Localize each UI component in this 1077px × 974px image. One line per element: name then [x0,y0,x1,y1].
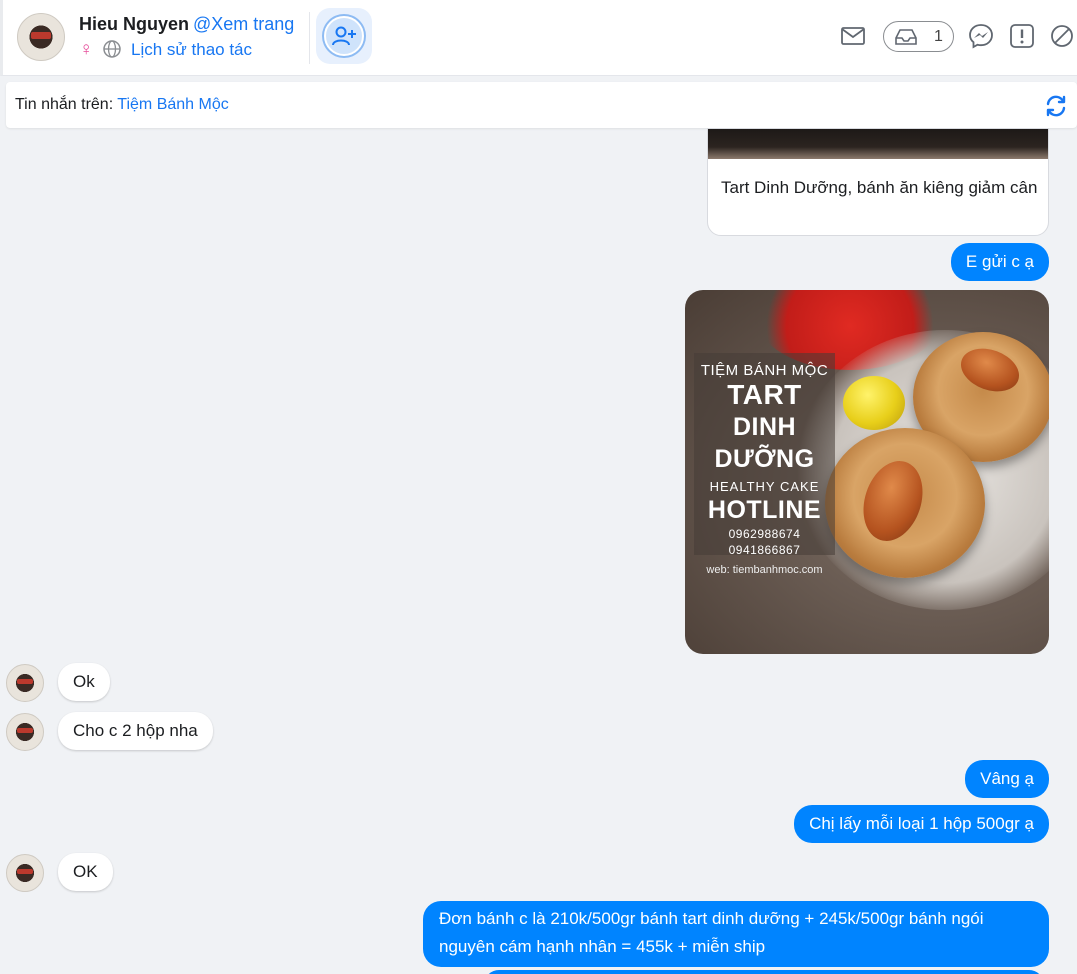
customer-name[interactable]: Hieu Nguyen [79,14,189,35]
product-card-title: Tart Dinh Dưỡng, bánh ăn kiêng giảm cân [721,178,1038,197]
message-line: nguyên cám hạnh nhân = 455k + miễn ship [439,937,766,956]
conversation-header: Hieu Nguyen @Xem trang ♀ Lịch sử thao tá… [0,0,1077,76]
block-icon [1051,25,1073,47]
refresh-icon[interactable] [1044,94,1068,118]
photo-phone-2: 0941866867 [728,543,801,557]
action-history-link[interactable]: Lịch sử thao tác [131,40,252,60]
incoming-message[interactable]: Ok [58,663,110,701]
sender-avatar[interactable] [6,854,44,892]
add-contact-button[interactable] [316,8,372,64]
photo-hotline-label: HOTLINE [707,496,822,524]
inbox-count: 1 [934,27,943,45]
view-page-link[interactable]: @Xem trang [193,14,294,35]
photo-phone-1: 0962988674 [728,527,801,541]
gender-female-icon: ♀ [79,39,94,60]
photo-title-line1: TART [727,379,802,410]
page-name-link[interactable]: Tiệm Bánh Mộc [117,96,228,113]
customer-avatar[interactable] [17,13,65,61]
photo-title-line2: DINH DƯỠNG [714,413,815,473]
inbox-icon [895,28,917,45]
photo-website: web: tiembanhmoc.com [706,564,823,576]
outgoing-message[interactable]: Vâng ạ [965,760,1049,798]
product-card-image [708,129,1048,159]
conversation-thread[interactable]: Tart Dinh Dưỡng, bánh ăn kiêng giảm cân … [0,128,1077,974]
block-button[interactable] [1048,22,1076,50]
incoming-message[interactable]: OK [58,853,113,891]
messenger-button[interactable] [967,22,995,50]
header-divider [309,12,310,64]
mail-icon [841,27,865,45]
outgoing-message[interactable] [484,970,1044,974]
product-photo[interactable]: TIỆM BÁNH MỘC TART DINH DƯỠNG HEALTHY CA… [685,290,1049,654]
globe-icon [103,40,121,58]
photo-fruit [843,376,905,430]
sender-avatar[interactable] [6,713,44,751]
message-source-label: Tin nhắn trên: [15,96,114,113]
report-icon [1010,24,1034,48]
photo-text-overlay: TIỆM BÁNH MỘC TART DINH DƯỠNG HEALTHY CA… [694,353,835,576]
inbox-counter-button[interactable]: 1 [883,21,954,52]
message-source-bar: Tin nhắn trên: Tiệm Bánh Mộc [6,82,1077,128]
report-button[interactable] [1008,22,1036,50]
photo-brand: TIỆM BÁNH MỘC [700,362,829,379]
photo-subtitle: HEALTHY CAKE [709,479,820,494]
outgoing-message[interactable]: E gửi c ạ [950,243,1049,281]
product-share-card[interactable]: Tart Dinh Dưỡng, bánh ăn kiêng giảm cân [707,128,1049,236]
sender-avatar[interactable] [6,664,44,702]
add-contact-icon [332,26,356,46]
mail-button[interactable] [839,22,867,50]
outgoing-message[interactable]: Đơn bánh c là 210k/500gr bánh tart dinh … [423,901,1049,967]
incoming-message[interactable]: Cho c 2 hộp nha [58,712,213,750]
outgoing-message[interactable]: Chị lấy mỗi loại 1 hộp 500gr ạ [794,805,1049,843]
message-source-text: Tin nhắn trên: Tiệm Bánh Mộc [15,96,229,114]
messenger-icon [969,24,993,49]
message-line: Đơn bánh c là 210k/500gr bánh tart dinh … [439,909,984,928]
